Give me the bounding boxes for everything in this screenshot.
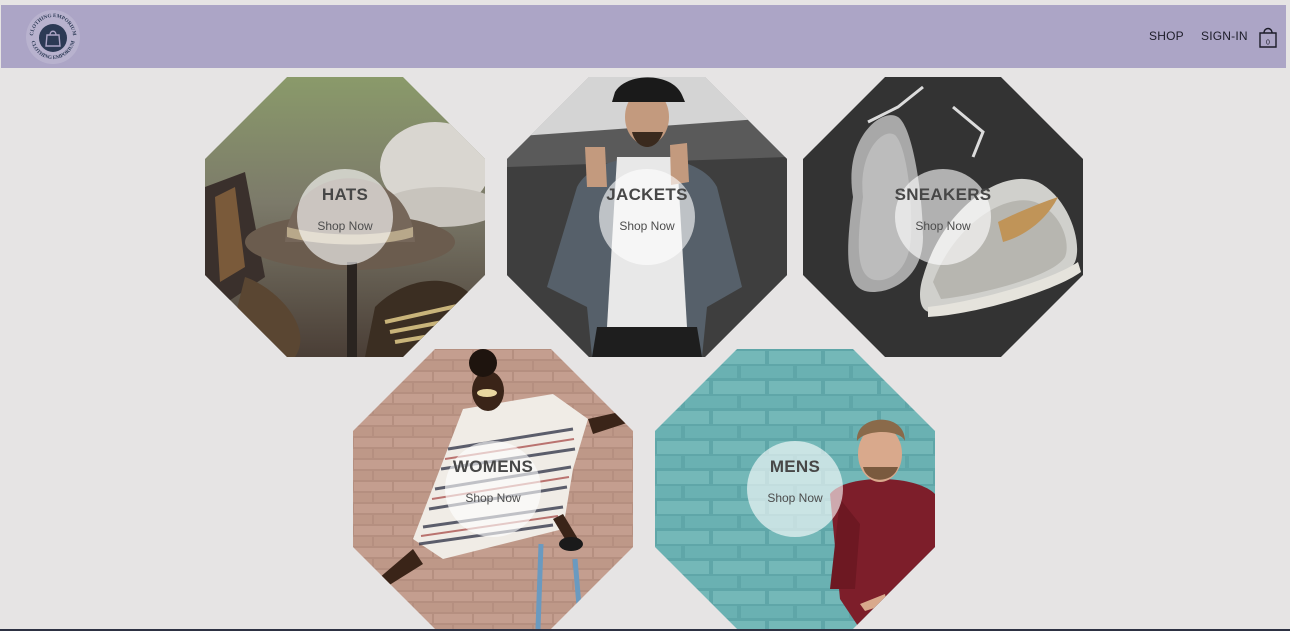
cart-count: 0 <box>1266 40 1270 47</box>
category-title: SNEAKERS <box>894 185 992 204</box>
shop-now-link[interactable]: Shop Now <box>353 491 633 505</box>
page: CLOTHING EMPORIUM CLOTHING EMPORIUM SHOP… <box>0 0 1290 631</box>
shopping-bag-icon: 0 <box>1259 27 1277 48</box>
category-jackets[interactable]: JACKETS Shop Now <box>507 77 787 357</box>
header-bar: CLOTHING EMPORIUM CLOTHING EMPORIUM SHOP… <box>1 5 1286 68</box>
category-badge <box>895 169 991 265</box>
category-hats[interactable]: HATS Shop Now <box>205 77 485 357</box>
category-badge <box>297 169 393 265</box>
nav-signin-link[interactable]: SIGN-IN <box>1201 29 1248 43</box>
category-womens[interactable]: WOMENS Shop Now <box>353 349 633 629</box>
nav-shop-link[interactable]: SHOP <box>1149 29 1184 43</box>
category-badge <box>747 441 843 537</box>
shop-now-link[interactable]: Shop Now <box>803 219 1083 233</box>
logo-badge: CLOTHING EMPORIUM CLOTHING EMPORIUM <box>26 10 80 64</box>
shop-now-link[interactable]: Shop Now <box>205 219 485 233</box>
logo-circle <box>39 24 67 52</box>
category-badge <box>445 441 541 537</box>
category-title: MENS <box>769 457 821 476</box>
shop-now-link[interactable]: Shop Now <box>655 491 935 505</box>
category-title: HATS <box>321 185 369 204</box>
category-sneakers[interactable]: SNEAKERS Shop Now <box>803 77 1083 357</box>
shop-now-link[interactable]: Shop Now <box>507 219 787 233</box>
category-title: JACKETS <box>606 185 688 204</box>
category-badge <box>599 169 695 265</box>
category-title: WOMENS <box>452 457 534 476</box>
logo[interactable]: CLOTHING EMPORIUM CLOTHING EMPORIUM <box>25 9 81 65</box>
category-mens[interactable]: MENS Shop Now <box>655 349 935 629</box>
cart-button[interactable]: 0 <box>1258 26 1278 48</box>
